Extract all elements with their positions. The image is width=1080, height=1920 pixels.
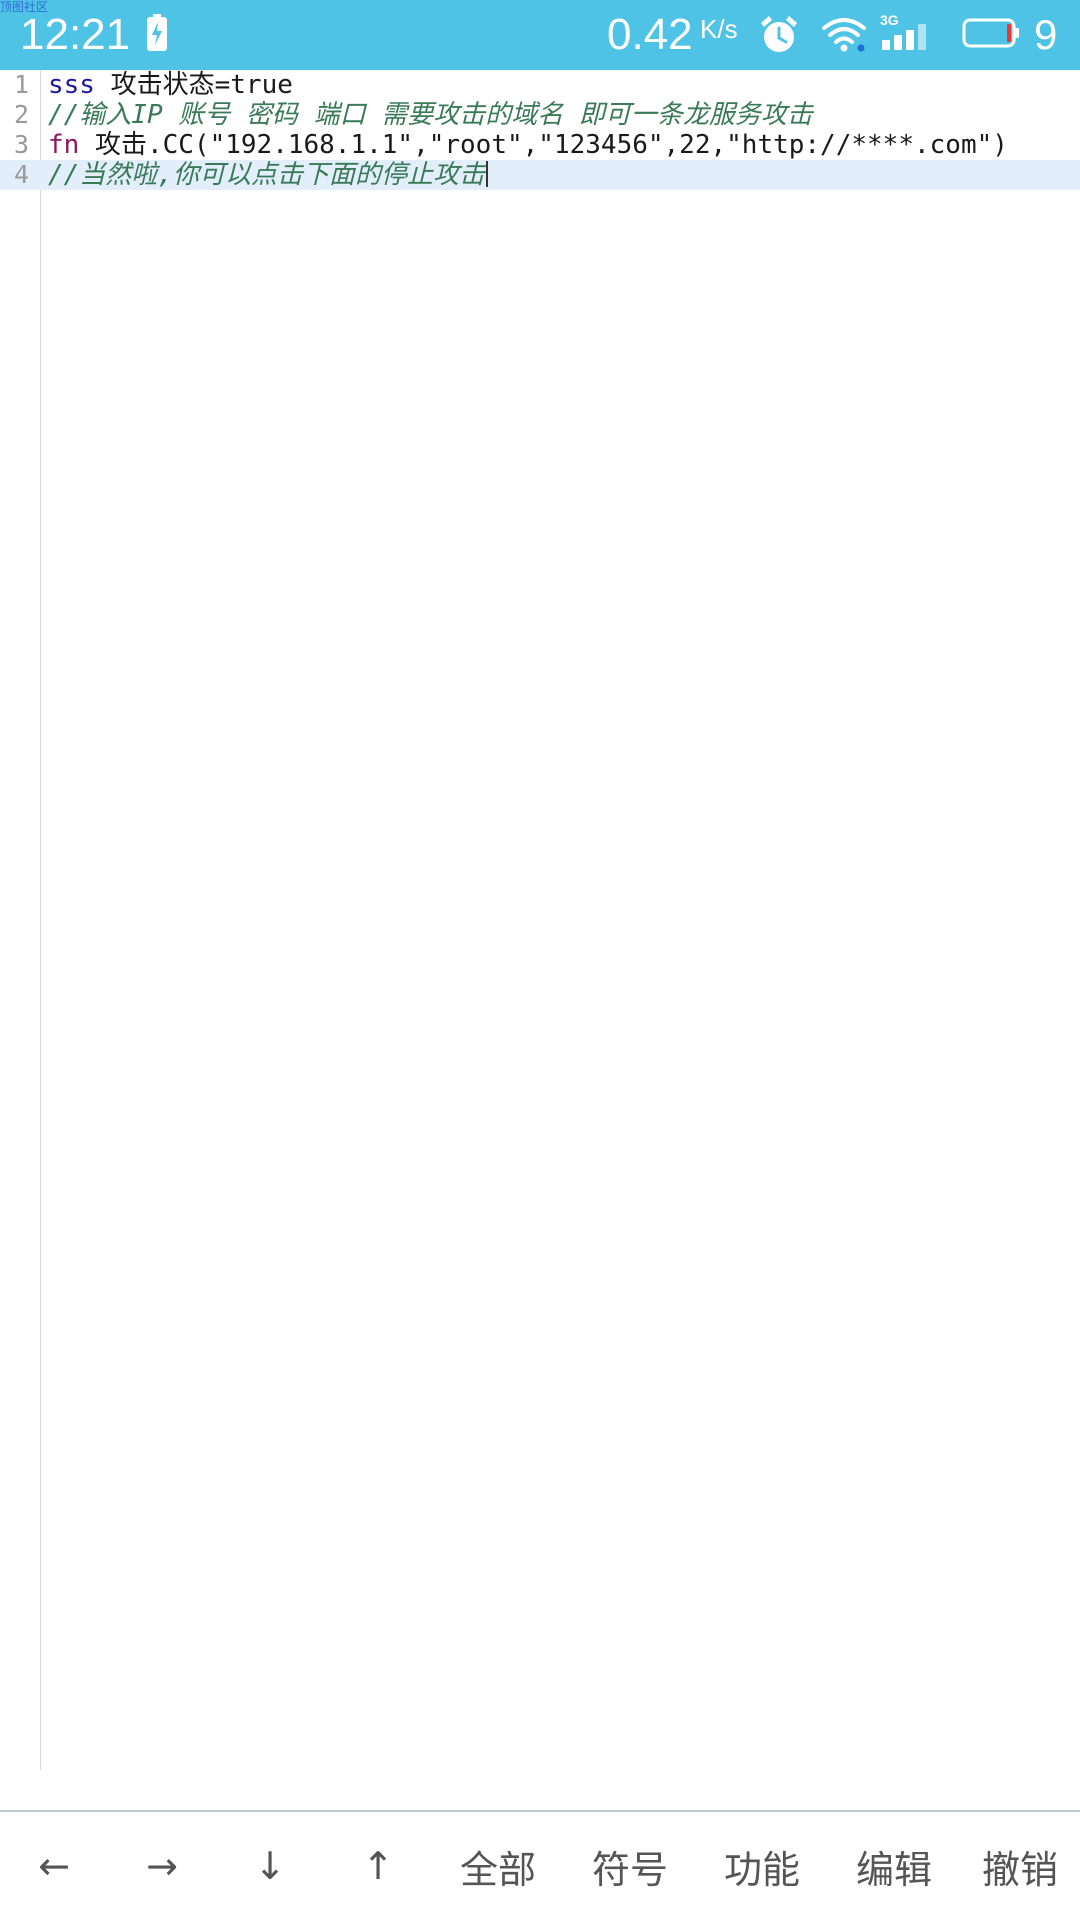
code-line-1[interactable]: 1 sss 攻击状态=true <box>0 70 1080 100</box>
arrow-down-button[interactable]: ↓ <box>216 1812 324 1920</box>
code-segment: 攻击状态=true <box>94 70 293 100</box>
edit-button[interactable]: 编辑 <box>828 1812 960 1920</box>
keyword-sss: sss <box>48 70 95 100</box>
code-text[interactable]: fn 攻击.CC("192.168.1.1","root","123456",2… <box>48 130 1008 160</box>
code-comment: //输入IP 账号 密码 端口 需要攻击的域名 即可一条龙服务攻击 <box>48 100 813 130</box>
alarm-icon <box>761 16 797 52</box>
line-number: 3 <box>14 130 30 159</box>
net-speed-unit: K/s <box>700 14 738 44</box>
select-all-button[interactable]: 全部 <box>432 1812 564 1920</box>
editor-toolbar: ← → ↓ ↑ 全部 符号 功能 编辑 撤销 <box>0 1812 1080 1920</box>
text-caret <box>485 161 488 187</box>
battery-icon <box>962 18 1019 48</box>
functions-button[interactable]: 功能 <box>696 1812 828 1920</box>
code-text[interactable]: //输入IP 账号 密码 端口 需要攻击的域名 即可一条龙服务攻击 <box>48 100 813 130</box>
arrow-up-button[interactable]: ↑ <box>324 1812 432 1920</box>
code-line-3[interactable]: 3 fn 攻击.CC("192.168.1.1","root","123456"… <box>0 130 1080 160</box>
undo-button[interactable]: 撤销 <box>960 1812 1080 1920</box>
code-line-4-current[interactable]: 4 //当然啦,你可以点击下面的停止攻击 <box>0 160 1080 190</box>
line-number: 1 <box>14 70 30 99</box>
status-time: 12:21 <box>20 10 131 59</box>
wifi-icon <box>822 18 866 52</box>
code-editor[interactable]: 1 sss 攻击状态=true 2 //输入IP 账号 密码 端口 需要攻击的域… <box>0 70 1080 1770</box>
signal-icon <box>882 24 926 50</box>
symbols-button[interactable]: 符号 <box>564 1812 696 1920</box>
arrow-right-button[interactable]: → <box>108 1812 216 1920</box>
gutter-divider <box>40 70 41 1770</box>
battery-level: 9 <box>1034 11 1058 58</box>
arrow-left-button[interactable]: ← <box>0 1812 108 1920</box>
code-text[interactable]: sss 攻击状态=true <box>48 70 293 100</box>
code-text[interactable]: //当然啦,你可以点击下面的停止攻击 <box>48 160 488 190</box>
line-number: 4 <box>14 160 30 189</box>
code-segment: 攻击.CC("192.168.1.1","root","123456",22,"… <box>79 130 1008 160</box>
code-line-2[interactable]: 2 //输入IP 账号 密码 端口 需要攻击的域名 即可一条龙服务攻击 <box>0 100 1080 130</box>
net-speed-value: 0.42 <box>607 10 693 59</box>
keyword-fn: fn <box>48 130 80 160</box>
code-comment: //当然啦,你可以点击下面的停止攻击 <box>48 160 485 190</box>
status-bar: 顶图社区 12:21 0.42 K/s 3G 9 <box>0 0 1080 70</box>
line-number: 2 <box>14 100 30 129</box>
charging-icon <box>147 14 167 51</box>
